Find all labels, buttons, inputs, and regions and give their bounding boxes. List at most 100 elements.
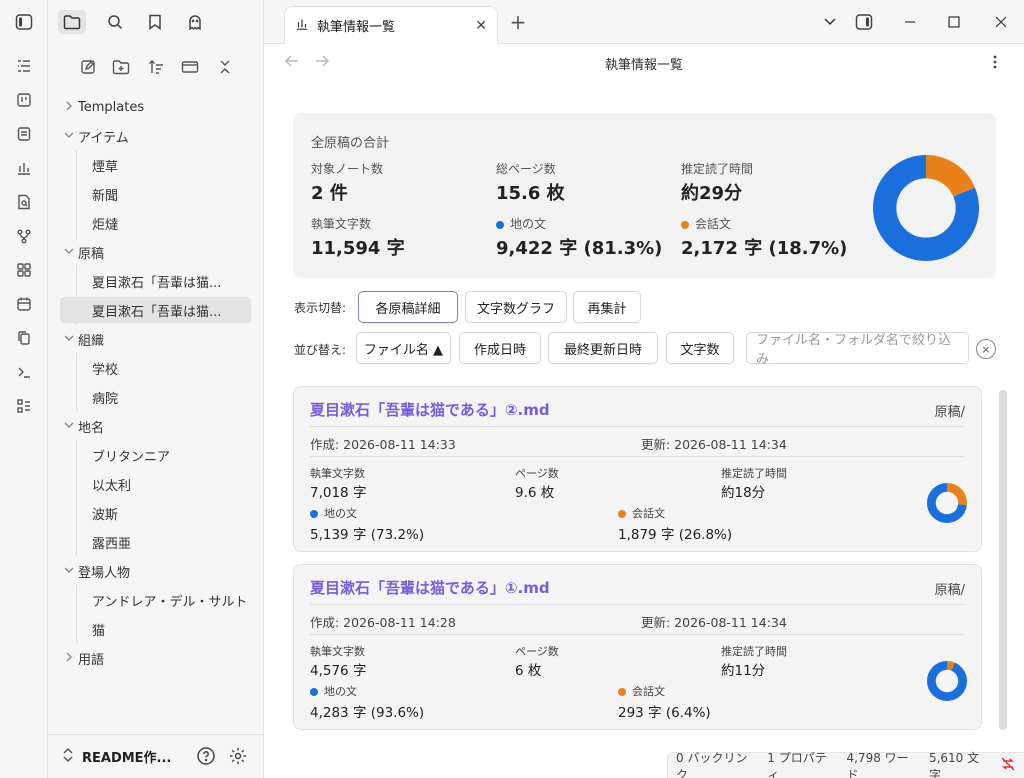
manuscript-card: 夏目漱石「吾輩は猫である」②.md 原稿/ 作成: 2026-08-11 14:… — [293, 386, 982, 552]
folder-item[interactable]: 地名 — [60, 413, 251, 439]
file-item[interactable]: 夏目漱石「吾輩は猫... — [60, 297, 251, 323]
file-item[interactable]: 病院 — [60, 384, 251, 410]
pages-value: 6 枚 — [515, 663, 542, 679]
bookmark-icon[interactable] — [141, 10, 169, 34]
file-item[interactable]: 波斯 — [60, 500, 251, 526]
folder-item[interactable]: 用語 — [60, 645, 251, 671]
help-icon[interactable] — [196, 746, 216, 770]
tree-item-label: アイテム — [78, 130, 129, 146]
dialogue-label: 会話文 — [618, 683, 665, 699]
collapse-view-icon[interactable] — [178, 56, 202, 78]
sort-filename-button[interactable]: ファイル名 ▲ — [356, 332, 451, 364]
file-item[interactable]: 新聞 — [60, 181, 251, 207]
backlinks-count[interactable]: 0 バックリンク — [676, 749, 755, 778]
tree-item-label: 病院 — [92, 391, 119, 407]
file-item[interactable]: ブリタンニア — [60, 442, 251, 468]
vault-name[interactable]: README作... — [82, 747, 171, 766]
divider — [310, 634, 965, 635]
outline-icon[interactable] — [12, 54, 36, 78]
folder-item[interactable]: Templates — [60, 94, 251, 120]
narration-label: 地の文 — [310, 505, 357, 521]
file-item[interactable]: 炬燵 — [60, 210, 251, 236]
checklist-icon[interactable] — [12, 394, 36, 418]
sort-updated-button[interactable]: 最終更新日時 — [548, 332, 658, 364]
settings-gear-icon[interactable] — [228, 746, 248, 770]
file-item[interactable]: 以太利 — [60, 471, 251, 497]
tab-writing-info[interactable]: 執筆情報一覧 ✕ — [284, 6, 498, 44]
more-options-icon[interactable] — [992, 54, 998, 74]
sync-status-icon[interactable] — [1000, 756, 1016, 775]
sidebar-toggle-icon[interactable] — [12, 10, 36, 34]
kanban-icon[interactable] — [12, 88, 36, 112]
maximize-icon[interactable] — [942, 10, 966, 34]
dialogue-value: 1,879 字 (26.8%) — [618, 527, 733, 543]
dialogue-value: 293 字 (6.4%) — [618, 705, 711, 721]
left-ribbon — [0, 0, 48, 778]
recount-button[interactable]: 再集計 — [573, 291, 641, 323]
narration-label: 地の文 — [310, 683, 357, 699]
chevron-down-icon[interactable] — [818, 10, 842, 34]
time-value: 約11分 — [721, 663, 766, 679]
chevron-right-icon[interactable] — [60, 652, 78, 665]
new-note-icon[interactable] — [76, 56, 100, 78]
sort-created-button[interactable]: 作成日時 — [459, 332, 541, 364]
filter-input[interactable]: ファイル名・フォルダ名で絞り込み — [746, 332, 969, 367]
folder-icon[interactable] — [58, 10, 86, 34]
git-branch-icon[interactable] — [12, 224, 36, 248]
new-tab-button[interactable]: + — [506, 10, 530, 34]
chevron-down-icon[interactable] — [60, 566, 78, 577]
manuscript-title-link[interactable]: 夏目漱石「吾輩は猫である」②.md — [310, 399, 550, 420]
manuscript-folder: 原稿/ — [934, 405, 965, 420]
bar-chart-icon[interactable] — [12, 156, 36, 180]
document-icon[interactable] — [12, 122, 36, 146]
copy-icon[interactable] — [12, 326, 36, 350]
terminal-icon[interactable] — [12, 360, 36, 384]
chevron-right-icon[interactable] — [60, 101, 78, 114]
collapse-all-icon[interactable] — [213, 56, 237, 78]
detail-view-button[interactable]: 各原稿詳細 — [358, 291, 458, 323]
sort-icon[interactable] — [144, 56, 168, 78]
updated-date: 更新: 2026-08-11 14:34 — [641, 437, 787, 452]
close-tab-icon[interactable]: ✕ — [475, 18, 487, 34]
bar-chart-icon — [295, 17, 309, 35]
manuscript-title-link[interactable]: 夏目漱石「吾輩は猫である」①.md — [310, 577, 550, 598]
vault-switch-icon[interactable] — [62, 747, 74, 766]
folder-item[interactable]: 組織 — [60, 326, 251, 352]
close-window-icon[interactable] — [989, 10, 1013, 34]
dialogue-value: 2,172 字 (18.7%) — [681, 238, 848, 259]
search-icon[interactable] — [101, 10, 129, 34]
created-date: 作成: 2026-08-11 14:28 — [310, 615, 456, 630]
chars-value: 7,018 字 — [310, 485, 367, 501]
file-item[interactable]: 猫 — [60, 616, 251, 642]
chevron-down-icon[interactable] — [60, 421, 78, 432]
chevron-down-icon[interactable] — [60, 131, 78, 142]
status-bar: 0 バックリンク 1 プロパティ 4,798 ワード 5,610 文字 — [667, 749, 1024, 778]
folder-item[interactable]: アイテム — [60, 123, 251, 149]
vault-switcher[interactable]: README作... — [48, 734, 263, 778]
file-search-icon[interactable] — [12, 190, 36, 214]
file-item[interactable]: アンドレア・デル・サルト — [60, 587, 251, 613]
file-item[interactable]: 学校 — [60, 355, 251, 381]
chevron-down-icon[interactable] — [60, 247, 78, 258]
pages-label: ページ数 — [515, 467, 559, 480]
file-item[interactable]: 夏目漱石「吾輩は猫... — [60, 268, 251, 294]
ghost-icon[interactable] — [181, 10, 209, 34]
new-folder-icon[interactable] — [109, 56, 133, 78]
folder-item[interactable]: 登場人物 — [60, 558, 251, 584]
sort-chars-button[interactable]: 文字数 — [666, 332, 734, 364]
properties-count[interactable]: 1 プロパティ — [767, 749, 834, 778]
char-graph-button[interactable]: 文字数グラフ — [465, 291, 567, 323]
clear-filter-button[interactable]: × — [976, 339, 996, 359]
right-sidebar-toggle-icon[interactable] — [852, 10, 876, 34]
time-value: 約18分 — [721, 485, 766, 501]
minimize-icon[interactable] — [898, 10, 922, 34]
folder-item[interactable]: 原稿 — [60, 239, 251, 265]
file-item[interactable]: 露西亜 — [60, 529, 251, 555]
chevron-down-icon[interactable] — [60, 334, 78, 345]
grid-icon[interactable] — [12, 258, 36, 282]
calendar-icon[interactable] — [12, 292, 36, 316]
char-count: 5,610 文字 — [928, 750, 980, 778]
chars-label: 執筆文字数 — [310, 645, 365, 658]
scrollbar[interactable] — [999, 390, 1007, 730]
file-item[interactable]: 煙草 — [60, 152, 251, 178]
